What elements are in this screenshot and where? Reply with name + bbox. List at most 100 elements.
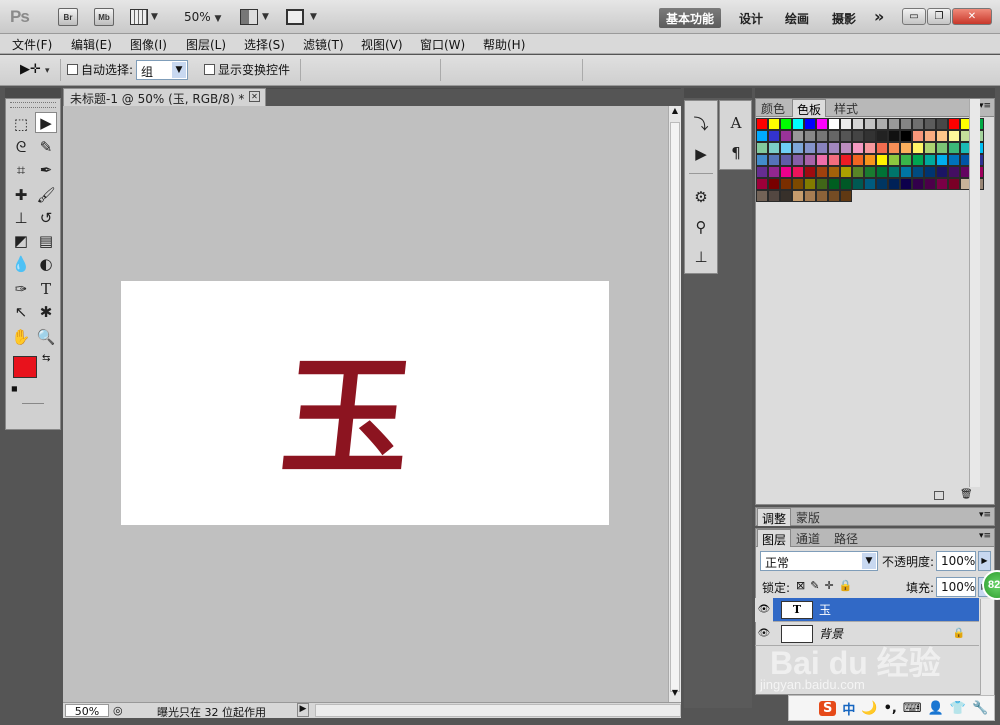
color-swatch[interactable] (864, 166, 876, 178)
tab-channels[interactable]: 通道 (792, 529, 824, 547)
path-selection-tool-icon[interactable]: ↖ (10, 301, 32, 322)
ime-keyboard-icon[interactable]: ⌨ (903, 701, 922, 716)
status-menu-arrow-icon[interactable]: ▶ (297, 703, 309, 717)
color-swatch[interactable] (756, 130, 768, 142)
zoom-level-menu[interactable]: 50% ▼ (184, 10, 221, 24)
fill-input[interactable]: 100% (936, 577, 976, 597)
color-swatch[interactable] (756, 118, 768, 130)
color-swatch[interactable] (828, 130, 840, 142)
color-swatch[interactable] (840, 166, 852, 178)
status-info-icon[interactable]: ◎ (113, 704, 123, 717)
color-swatch[interactable] (792, 190, 804, 202)
ime-punctuation-icon[interactable]: •, (884, 701, 897, 716)
color-swatch[interactable] (864, 178, 876, 190)
color-swatch[interactable] (948, 142, 960, 154)
bridge-button[interactable]: Br (58, 8, 78, 26)
color-swatch[interactable] (756, 190, 768, 202)
color-swatch[interactable] (900, 142, 912, 154)
color-swatch[interactable] (936, 166, 948, 178)
color-swatch[interactable] (864, 154, 876, 166)
color-swatch[interactable] (768, 118, 780, 130)
color-swatch[interactable] (852, 166, 864, 178)
color-swatch[interactable] (840, 154, 852, 166)
color-swatch[interactable] (756, 142, 768, 154)
ime-moon-icon[interactable]: 🌙 (861, 701, 877, 716)
tab-adjustments[interactable]: 调整 (757, 508, 792, 526)
color-swatch[interactable] (900, 154, 912, 166)
vertical-scrollbar[interactable]: ▲ ▼ (668, 106, 681, 702)
menu-help[interactable]: 帮助(H) (483, 36, 525, 53)
workspace-design[interactable]: 设计 (739, 10, 763, 27)
clone-source-icon[interactable]: ⚲ (687, 213, 715, 241)
color-swatch[interactable] (924, 166, 936, 178)
color-swatch[interactable] (936, 178, 948, 190)
swap-colors-icon[interactable]: ⇆ (42, 353, 50, 364)
layer-row-text[interactable]: 👁 T 玉 (755, 597, 979, 622)
color-swatch[interactable] (840, 178, 852, 190)
menu-layer[interactable]: 图层(L) (186, 36, 226, 53)
eyedropper-tool-icon[interactable]: ✒ (35, 159, 57, 180)
pen-tool-icon[interactable]: ✑ (10, 278, 32, 299)
color-swatch[interactable] (816, 190, 828, 202)
color-swatch[interactable] (864, 130, 876, 142)
color-swatch[interactable] (852, 130, 864, 142)
menu-file[interactable]: 文件(F) (12, 36, 52, 53)
layers-scrollbar[interactable] (980, 599, 994, 695)
color-swatch[interactable] (936, 118, 948, 130)
color-swatch[interactable] (924, 130, 936, 142)
color-swatch[interactable] (828, 118, 840, 130)
menu-window[interactable]: 窗口(W) (420, 36, 465, 53)
panel-collapse-bar[interactable] (755, 88, 995, 98)
restore-button[interactable]: ❐ (927, 8, 951, 25)
scroll-down-icon[interactable]: ▼ (669, 688, 681, 702)
color-swatch[interactable] (792, 166, 804, 178)
color-swatch[interactable] (768, 190, 780, 202)
swatches-scrollbar[interactable] (969, 99, 980, 487)
dodge-tool-icon[interactable]: ◐ (35, 253, 57, 274)
panel-grip[interactable] (10, 102, 56, 108)
color-swatch[interactable] (780, 130, 792, 142)
arrange-documents-button[interactable]: ▼ (240, 9, 272, 25)
color-swatch[interactable] (828, 142, 840, 154)
color-swatch[interactable] (888, 154, 900, 166)
workspace-painting[interactable]: 绘画 (785, 10, 809, 27)
color-swatch[interactable] (936, 142, 948, 154)
color-swatch[interactable] (816, 142, 828, 154)
color-swatch[interactable] (804, 118, 816, 130)
color-swatch[interactable] (876, 118, 888, 130)
gradient-tool-icon[interactable]: ▤ (35, 230, 57, 251)
horizontal-scrollbar[interactable] (315, 704, 681, 717)
color-swatch[interactable] (888, 130, 900, 142)
auto-select-dropdown[interactable]: 组 ▼ (136, 60, 188, 80)
color-swatch[interactable] (948, 178, 960, 190)
color-swatch[interactable] (852, 118, 864, 130)
color-swatch[interactable] (912, 166, 924, 178)
workspace-photography[interactable]: 摄影 (832, 10, 856, 27)
tool-presets-icon[interactable]: ⊥ (687, 243, 715, 271)
color-swatch[interactable] (840, 142, 852, 154)
tab-styles[interactable]: 样式 (830, 99, 862, 117)
blur-tool-icon[interactable]: 💧 (10, 253, 32, 274)
color-swatch[interactable] (924, 118, 936, 130)
color-swatch[interactable] (876, 154, 888, 166)
color-swatch[interactable] (888, 142, 900, 154)
color-swatch[interactable] (840, 118, 852, 130)
panel-menu-icon[interactable]: ▾≡ (979, 510, 991, 520)
show-transform-checkbox[interactable] (204, 64, 215, 75)
brush-tool-icon[interactable]: 🖌 (35, 184, 57, 205)
lock-options[interactable]: ⊠✎✛🔒 (796, 579, 857, 592)
quick-mask-mode-icon[interactable] (22, 403, 44, 404)
color-swatch[interactable] (780, 178, 792, 190)
color-swatch[interactable] (912, 154, 924, 166)
close-icon[interactable]: ✕ (249, 91, 260, 102)
view-extras-button[interactable]: ▼ (130, 9, 158, 25)
more-workspaces-button[interactable]: » (874, 7, 884, 26)
color-swatch[interactable] (768, 130, 780, 142)
color-swatch[interactable] (816, 154, 828, 166)
color-swatch[interactable] (936, 154, 948, 166)
color-swatch[interactable] (876, 130, 888, 142)
color-swatch[interactable] (876, 142, 888, 154)
paragraph-panel-icon[interactable]: ¶ (722, 139, 750, 167)
panel-menu-icon[interactable]: ▾≡ (979, 101, 991, 111)
color-swatch[interactable] (912, 142, 924, 154)
